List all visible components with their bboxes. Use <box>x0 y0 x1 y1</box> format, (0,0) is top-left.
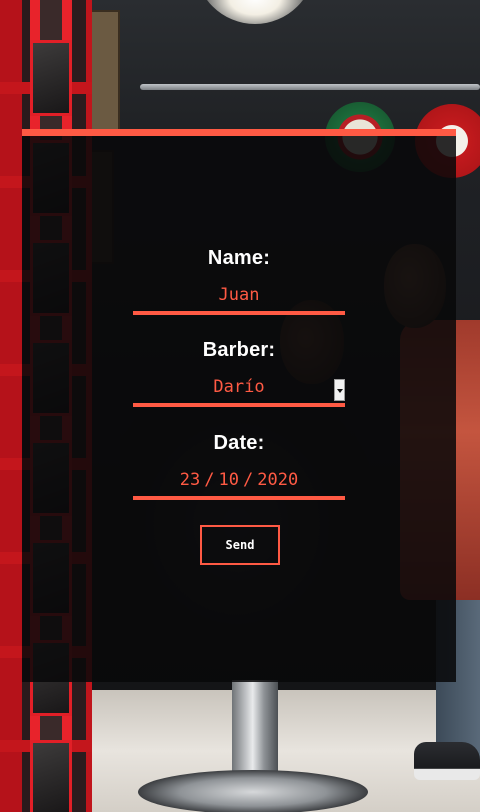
send-button[interactable]: Send <box>200 525 280 565</box>
date-value: 23/10/2020 <box>133 470 345 490</box>
date-year[interactable]: 2020 <box>257 470 298 490</box>
door-window <box>30 40 72 116</box>
date-label: Date: <box>213 432 265 454</box>
barber-select[interactable]: Darío <box>133 375 345 407</box>
name-field[interactable]: Juan <box>133 283 345 315</box>
date-day[interactable]: 23 <box>180 470 200 490</box>
chair-base <box>138 770 368 812</box>
date-separator: / <box>204 470 215 490</box>
barber-label: Barber: <box>202 339 276 361</box>
app-viewport: Name: Juan Barber: Darío Date: 23/10/202… <box>0 0 480 812</box>
booking-form: Name: Juan Barber: Darío Date: 23/10/202… <box>22 129 456 682</box>
date-field[interactable]: 23/10/2020 <box>133 468 345 500</box>
date-month[interactable]: 10 <box>219 470 239 490</box>
date-separator: / <box>243 470 254 490</box>
chair-pole <box>232 680 278 780</box>
chevron-down-icon[interactable] <box>334 379 345 401</box>
wall-frame <box>88 10 120 132</box>
wall-pipe <box>140 84 480 90</box>
sneaker <box>414 742 480 780</box>
barber-selected-value: Darío <box>213 377 265 397</box>
name-value: Juan <box>218 285 260 305</box>
door-window <box>30 740 72 812</box>
name-label: Name: <box>207 247 271 269</box>
